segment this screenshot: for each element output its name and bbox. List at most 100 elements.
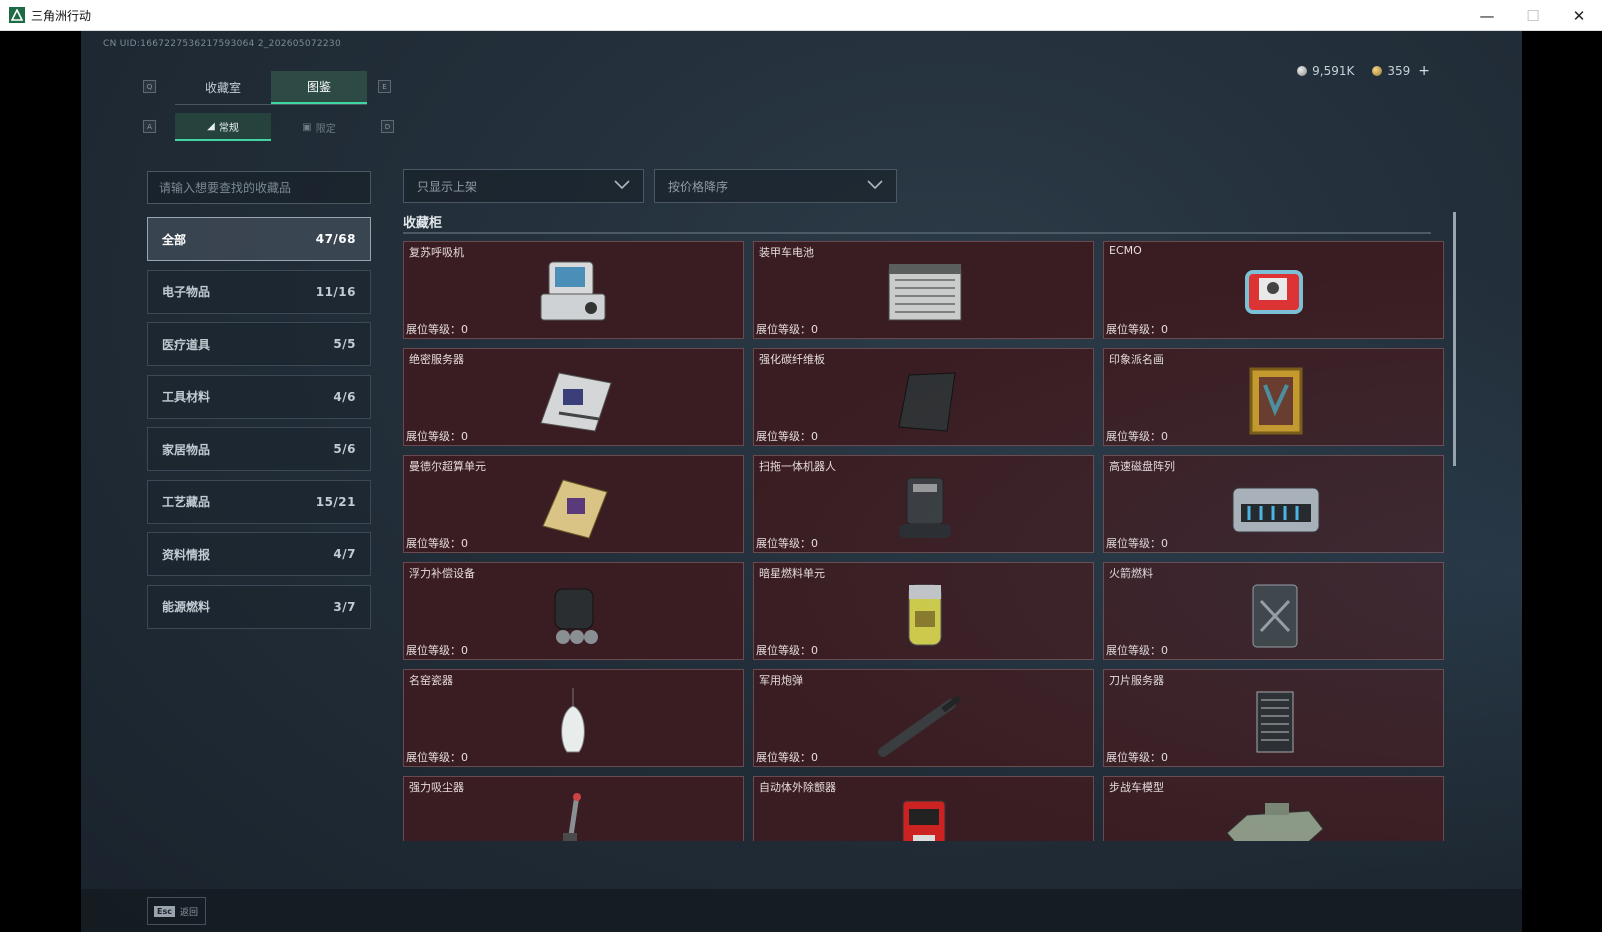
item-name: 高速磁盘阵列 [1109, 460, 1175, 473]
category-item[interactable]: 家居物品 5/6 [147, 427, 371, 471]
minimize-button[interactable]: — [1464, 0, 1510, 31]
item-name: 火箭燃料 [1109, 567, 1153, 580]
collection-item-card[interactable]: 印象派名画展位等级：0 [1103, 348, 1444, 446]
gold-currency[interactable]: 359 + [1372, 63, 1430, 79]
subtab-regular[interactable]: ◢ 常规 [175, 113, 271, 141]
listing-filter-label: 只显示上架 [417, 179, 478, 194]
app-logo-icon [9, 7, 25, 23]
fuel-cell-icon [908, 584, 941, 646]
category-item[interactable]: 工艺藏品 15/21 [147, 479, 371, 524]
collection-item-card[interactable]: 装甲车电池 展位等级：0 [753, 241, 1094, 339]
item-level: 展位等级：0 [1106, 644, 1168, 657]
robot-vacuum-icon [898, 477, 951, 538]
category-item[interactable]: 资料情报 4/7 [147, 532, 371, 576]
item-name: 强力吸尘器 [409, 781, 464, 794]
collection-item-card[interactable]: 高速磁盘阵列 展位等级：0 [1103, 455, 1444, 553]
window-titlebar: 三角洲行动 — ☐ ✕ [0, 0, 1602, 31]
subtab-left-key-hint: A [143, 120, 156, 133]
category-label: 资料情报 [162, 547, 211, 562]
item-name: 装甲车电池 [759, 246, 814, 259]
category-count: 4/7 [333, 547, 356, 561]
tab-catalog[interactable]: 图鉴 [271, 71, 367, 104]
item-level: 展位等级：0 [756, 751, 818, 764]
back-button[interactable]: Esc 返回 [147, 897, 206, 925]
blade-server-icon [1256, 691, 1293, 753]
collection-item-card[interactable]: 自动体外除颤器 [753, 776, 1094, 841]
item-name: 印象派名画 [1109, 353, 1164, 366]
painting-icon [1249, 367, 1302, 435]
category-count: 3/7 [333, 599, 356, 614]
server-board-icon [539, 372, 612, 432]
item-level: 展位等级：0 [406, 323, 468, 336]
back-label: 返回 [179, 907, 198, 918]
category-label: 医疗道具 [162, 337, 211, 352]
category-item[interactable]: 全部 47/68 [147, 217, 371, 261]
footer-bar [81, 889, 1522, 932]
tab-collection-room[interactable]: 收藏室 [175, 71, 271, 104]
collection-item-card[interactable]: 军用炮弹 展位等级：0 [753, 669, 1094, 767]
category-label: 工具材料 [162, 390, 211, 404]
item-level: 展位等级：0 [1106, 323, 1168, 336]
collection-item-card[interactable]: 步战车模型 [1103, 776, 1444, 841]
item-name: 扫拖一体机器人 [759, 460, 836, 473]
collection-item-card[interactable]: 暗星燃料单元 展位等级：0 [753, 562, 1094, 660]
ifv-model-icon [1225, 803, 1324, 841]
subtab-limited[interactable]: ▣ 限定 [271, 113, 367, 141]
collection-item-card[interactable]: 浮力补偿设备 展位等级：0 [403, 562, 744, 660]
sort-dropdown[interactable]: 按价格降序 [654, 169, 897, 203]
category-count: 5/5 [333, 337, 356, 351]
section-divider [403, 232, 1431, 234]
category-count: 15/21 [315, 494, 356, 509]
collection-item-card[interactable]: 刀片服务器展位等级：0 [1103, 669, 1444, 767]
disk-array-icon [1232, 487, 1319, 533]
currency-bar: 9,591K 359 + [1297, 63, 1430, 79]
category-item[interactable]: 能源燃料 3/7 [147, 584, 371, 629]
tab-right-key-hint: E [378, 80, 391, 93]
grid-scrollbar[interactable] [1453, 212, 1456, 466]
item-level: 展位等级：0 [1106, 430, 1168, 443]
collection-item-card[interactable]: 扫拖一体机器人 展位等级：0 [753, 455, 1094, 553]
silver-currency: 9,591K [1297, 64, 1354, 78]
section-title: 收藏柜 [403, 216, 443, 231]
chevron-down-icon [867, 180, 883, 190]
maximize-button[interactable]: ☐ [1510, 0, 1556, 31]
item-name: 刀片服务器 [1109, 674, 1164, 687]
item-level: 展位等级：0 [1106, 537, 1168, 550]
listing-filter-dropdown[interactable]: 只显示上架 [403, 169, 644, 203]
item-level: 展位等级：0 [756, 430, 818, 443]
fuel-can-icon [1252, 584, 1297, 648]
subtab-right-key-hint: D [381, 120, 394, 133]
collection-item-card[interactable]: 曼德尔超算单元 展位等级：0 [403, 455, 744, 553]
search-input[interactable]: 请输入想要查找的收藏品 [147, 171, 371, 204]
category-item[interactable]: 医疗道具 5/5 [147, 322, 371, 366]
item-level: 展位等级：0 [406, 644, 468, 657]
category-label: 电子物品 [162, 285, 211, 299]
regular-icon: ◢ [207, 120, 215, 132]
ventilator-icon [540, 261, 605, 321]
item-name: 自动体外除颤器 [759, 781, 836, 794]
item-name: 暗星燃料单元 [759, 567, 825, 580]
collection-item-card[interactable]: 强化碳纤维板 展位等级：0 [753, 348, 1094, 446]
category-item[interactable]: 电子物品 11/16 [147, 269, 371, 314]
item-level: 展位等级：0 [1106, 751, 1168, 764]
collection-item-card[interactable]: 名窑瓷器 展位等级：0 [403, 669, 744, 767]
add-currency-button[interactable]: + [1418, 63, 1430, 79]
ecmo-icon [1244, 270, 1303, 314]
item-name: 曼德尔超算单元 [409, 460, 486, 473]
collection-item-card[interactable]: 复苏呼吸机 展位等级：0 [403, 241, 744, 339]
artillery-shell-icon [877, 695, 961, 757]
item-name: 强化碳纤维板 [759, 353, 825, 366]
silver-coin-icon [1297, 66, 1308, 76]
collection-item-card[interactable]: 火箭燃料展位等级：0 [1103, 562, 1444, 660]
collection-item-card[interactable]: 强力吸尘器 [403, 776, 744, 841]
item-name: 步战车模型 [1109, 781, 1164, 794]
player-uid: CN UID:1667227536217593064 2_20260507223… [103, 39, 341, 49]
buoyancy-device-icon [554, 588, 598, 644]
category-item[interactable]: 工具材料 4/6 [147, 374, 371, 419]
item-level: 展位等级：0 [756, 537, 818, 550]
close-button[interactable]: ✕ [1556, 0, 1602, 31]
main-tabs: 收藏室 图鉴 [175, 71, 367, 105]
collection-item-card[interactable]: ECMO 展位等级：0 [1103, 241, 1444, 339]
collection-item-card[interactable]: 绝密服务器 展位等级：0 [403, 348, 744, 446]
game-viewport: CN UID:1667227536217593064 2_20260507223… [81, 31, 1522, 932]
